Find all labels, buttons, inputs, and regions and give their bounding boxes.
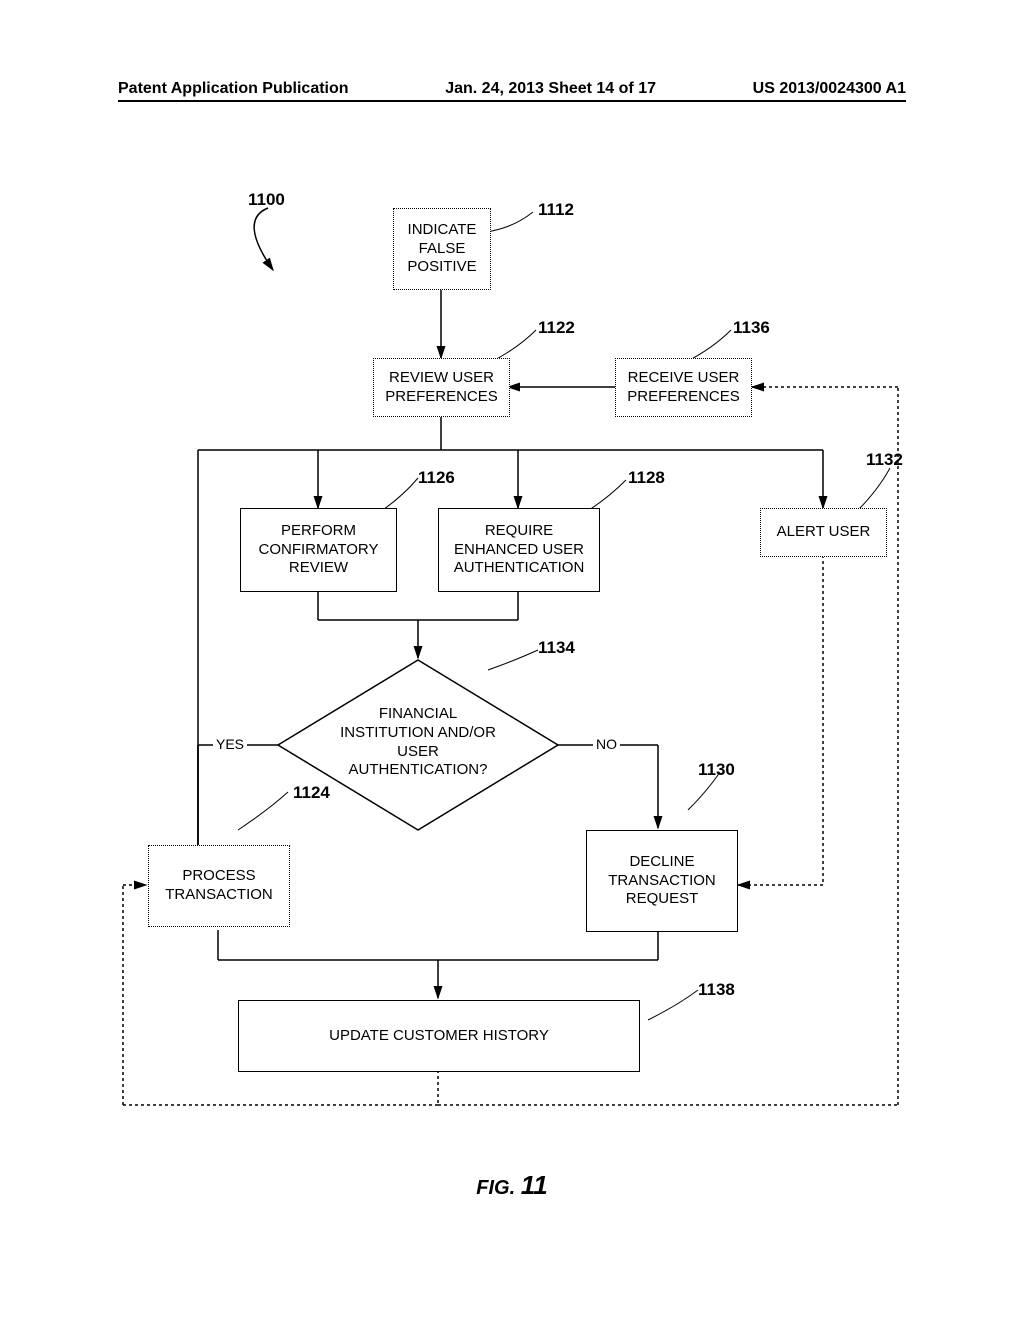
ref-1112: 1112	[538, 200, 574, 220]
header-center: Jan. 24, 2013 Sheet 14 of 17	[445, 80, 656, 98]
decision-financial-auth: FINANCIAL INSTITUTION AND/OR USER AUTHEN…	[318, 705, 518, 780]
header-left: Patent Application Publication	[118, 80, 349, 98]
label-no: NO	[593, 736, 620, 752]
label-yes: YES	[213, 736, 247, 752]
box-receive-user-preferences: RECEIVE USER PREFERENCES	[615, 358, 752, 417]
ref-1124: 1124	[293, 783, 330, 803]
box-review-user-preferences: REVIEW USER PREFERENCES	[373, 358, 510, 417]
box-update-customer-history: UPDATE CUSTOMER HISTORY	[238, 1000, 640, 1072]
figure-label: FIG.	[476, 1177, 515, 1199]
ref-1132: 1132	[866, 450, 903, 470]
extra-connectors	[118, 190, 906, 1140]
box-indicate-false-positive: INDICATE FALSE POSITIVE	[393, 208, 491, 290]
ref-1130: 1130	[698, 760, 735, 780]
figure-number: 11	[521, 1170, 548, 1200]
ref-1126: 1126	[418, 468, 455, 488]
ref-1138: 1138	[698, 980, 735, 1000]
box-process-transaction: PROCESS TRANSACTION	[148, 845, 290, 927]
ref-1136: 1136	[733, 318, 770, 338]
box-perform-confirmatory-review: PERFORM CONFIRMATORY REVIEW	[240, 508, 397, 592]
header-rule	[118, 100, 906, 102]
box-decline-transaction: DECLINE TRANSACTION REQUEST	[586, 830, 738, 932]
figure-caption: FIG. 11	[118, 1170, 906, 1201]
box-require-enhanced-auth: REQUIRE ENHANCED USER AUTHENTICATION	[438, 508, 600, 592]
ref-1100: 1100	[248, 190, 285, 210]
ref-1122: 1122	[538, 318, 575, 338]
header-right: US 2013/0024300 A1	[753, 80, 906, 98]
ref-1134: 1134	[538, 638, 575, 658]
flowchart-diagram: 1100 1112 1122 1136 1126 1128 1132 1134 …	[118, 190, 906, 1140]
box-alert-user: ALERT USER	[760, 508, 887, 557]
connector-lines	[118, 190, 906, 1140]
ref-1128: 1128	[628, 468, 665, 488]
